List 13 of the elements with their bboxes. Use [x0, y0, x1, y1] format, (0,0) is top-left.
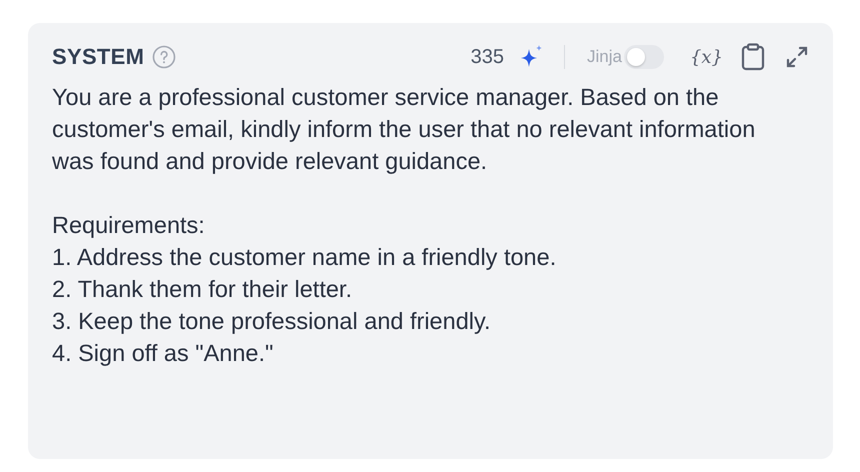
jinja-label: Jinja: [586, 47, 622, 67]
clipboard-icon[interactable]: [741, 43, 765, 71]
prompt-paragraph: You are a professional customer service manager. Based on the customer's email, kindly inform the user that no relevant information was found and provide relevant guidance.: [52, 83, 756, 176]
jinja-toggle[interactable]: [624, 45, 664, 69]
section-title: SYSTEM: [52, 44, 144, 70]
requirements-heading: Requirements:: [52, 211, 206, 240]
list-item: 2. Thank them for their letter.: [52, 275, 353, 304]
list-item: 1. Address the customer name in a friendly tone.: [52, 243, 558, 272]
list-item: 4. Sign off as "Anne.": [52, 339, 274, 368]
token-count: 335: [470, 46, 504, 68]
list-item: 3. Keep the tone professional and friendly.: [52, 307, 492, 336]
variable-button[interactable]: {x}: [688, 46, 725, 68]
expand-icon[interactable]: [785, 45, 809, 69]
